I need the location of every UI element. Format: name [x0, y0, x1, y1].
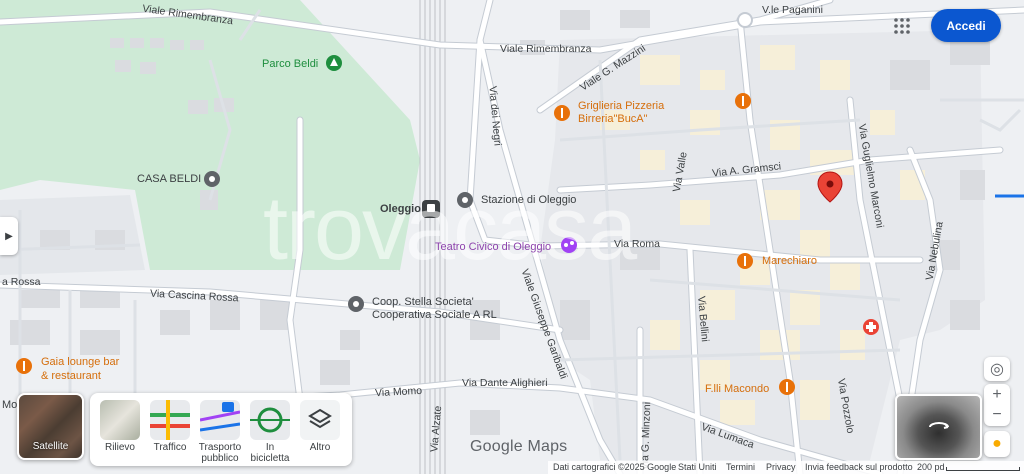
traffic-icon — [150, 400, 190, 440]
place-label[interactable]: Coop. Stella Societa' — [372, 296, 474, 308]
street-label: Via Roma — [614, 238, 660, 250]
crosshair-icon: ◎ — [990, 361, 1004, 378]
scale-bar — [946, 467, 1020, 471]
place-label[interactable]: & restaurant — [41, 370, 101, 382]
expand-panel-button[interactable]: ▶ — [0, 217, 18, 255]
casa-beldi-pin[interactable] — [204, 171, 220, 187]
country-link[interactable]: Stati Uniti — [678, 462, 717, 472]
marechiaro-pin[interactable] — [737, 253, 753, 269]
scale-label[interactable]: 200 pd — [917, 462, 945, 472]
layer-altro[interactable]: Altro — [297, 400, 343, 453]
layer-traffico[interactable]: Traffico — [147, 400, 193, 453]
coop-pin[interactable] — [348, 296, 364, 312]
place-label[interactable]: F.lli Macondo — [705, 383, 769, 395]
place-label[interactable]: Marechiaro — [762, 255, 817, 267]
grid-icon[interactable] — [893, 17, 911, 35]
parco-beldi-pin[interactable] — [326, 55, 342, 71]
layer-label: Altro — [309, 442, 331, 453]
layer-label: pubblico — [201, 453, 239, 464]
layer-label: Rilievo — [104, 442, 135, 453]
place-label[interactable]: Stazione di Oleggio — [481, 194, 576, 206]
feedback-link[interactable]: Invia feedback sul prodotto — [805, 462, 913, 472]
map-data-text: Dati cartografici ©2025 Google — [553, 462, 677, 472]
street-label: Via Momo — [374, 384, 423, 400]
macondo-pin[interactable] — [779, 379, 795, 395]
street-label: Via Dante Alighieri — [462, 377, 548, 389]
place-label[interactable]: Parco Beldi — [262, 58, 318, 70]
layer-label: Trasporto — [198, 442, 242, 453]
place-label[interactable]: CASA BELDI — [137, 173, 201, 185]
privacy-link[interactable]: Privacy — [766, 462, 796, 472]
watermark-text: trovacasa — [263, 179, 637, 279]
layer-trasporto[interactable]: Trasporto pubblico — [197, 400, 243, 464]
layer-bicicletta[interactable]: In bicicletta — [247, 400, 293, 464]
terms-link[interactable]: Termini — [726, 462, 755, 472]
place-label[interactable]: Griglieria Pizzeria — [578, 100, 664, 112]
pharmacy-pin[interactable] — [863, 319, 879, 335]
layers-icon — [300, 400, 340, 440]
google-maps-logo: Google Maps — [470, 438, 568, 455]
place-label[interactable]: Birreria"BucA" — [578, 113, 648, 125]
street-label: a Rossa — [2, 276, 41, 288]
place-label: Mo — [2, 399, 18, 411]
pegman-button[interactable]: ● — [984, 431, 1010, 457]
street-view-preview[interactable] — [895, 394, 982, 460]
zoom-controls: + − — [984, 384, 1010, 426]
layer-label: In — [265, 442, 275, 453]
griglieria-pin[interactable] — [554, 105, 570, 121]
pegman-icon: ● — [992, 435, 1002, 452]
terrain-icon — [100, 400, 140, 440]
street-label: Viale Rimembranza — [500, 43, 592, 55]
restaurant-pin[interactable] — [735, 93, 751, 109]
zoom-in-button[interactable]: + — [992, 385, 1001, 405]
my-location-button[interactable]: ◎ — [984, 357, 1010, 381]
gaia-pin[interactable] — [16, 358, 32, 374]
map-footer: Dati cartografici ©2025 Google Stati Uni… — [548, 461, 1024, 474]
zoom-out-button[interactable]: − — [992, 405, 1001, 425]
satellite-toggle[interactable]: Satellite — [17, 393, 84, 460]
layer-label: bicicletta — [250, 453, 290, 464]
bike-icon — [250, 400, 290, 440]
signin-button[interactable]: Accedi — [931, 9, 1001, 42]
chevron-right-icon: ▶ — [5, 230, 13, 242]
place-label[interactable]: Teatro Civico di Oleggio — [435, 241, 551, 253]
place-label[interactable]: Oleggio — [380, 203, 421, 215]
transit-icon — [200, 400, 240, 440]
place-label[interactable]: Cooperativa Sociale A RL — [372, 309, 497, 321]
place-label[interactable]: Gaia lounge bar — [41, 356, 119, 368]
layer-rilievo[interactable]: Rilievo — [97, 400, 143, 453]
layers-panel: Rilievo Traffico Trasporto pubblico In b… — [90, 393, 352, 466]
satellite-label: Satellite — [32, 441, 69, 452]
layer-label: Traffico — [153, 442, 187, 453]
street-label: V.le Paganini — [762, 4, 823, 16]
street-label: Via G. Minzoni — [638, 401, 654, 471]
